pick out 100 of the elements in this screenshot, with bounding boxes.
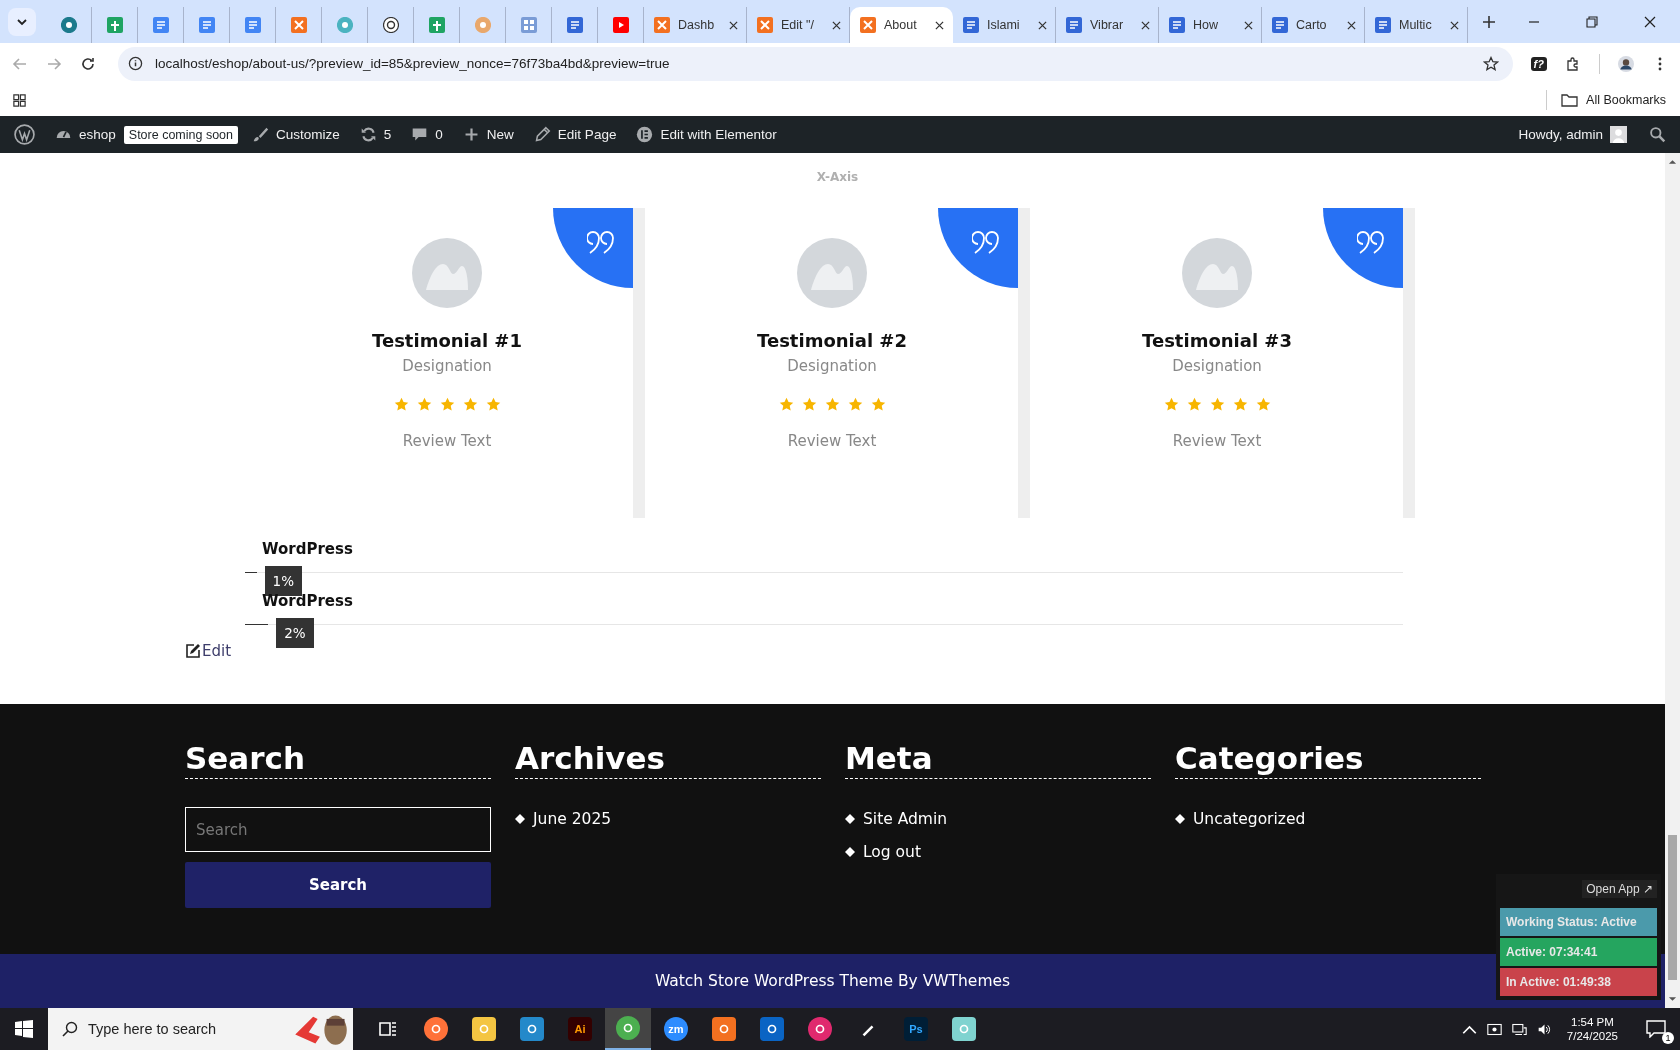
close-icon[interactable]: [1347, 20, 1356, 30]
axis-label: X-Axis: [815, 170, 860, 184]
star-icon: [439, 397, 455, 412]
star-icon: [1209, 397, 1225, 412]
star-icon[interactable]: [1482, 55, 1499, 72]
search-field[interactable]: Search: [185, 807, 491, 852]
browser-tab[interactable]: About: [850, 7, 953, 43]
star-icon: [778, 397, 794, 412]
close-icon[interactable]: [832, 20, 841, 30]
form-icon: [566, 17, 583, 33]
search-icon: [62, 1021, 78, 1037]
admin-bar-item[interactable]: 5: [353, 126, 398, 143]
close-icon[interactable]: [1141, 20, 1150, 30]
close-icon[interactable]: [729, 20, 738, 30]
all-bookmarks-button[interactable]: All Bookmarks: [1561, 93, 1666, 107]
search-icon[interactable]: [1649, 126, 1666, 143]
status-bar: Active: 07:34:41: [1500, 938, 1657, 966]
windows-start-icon[interactable]: [15, 1020, 33, 1038]
tab-title: Edit "/: [781, 18, 815, 32]
close-icon[interactable]: [1644, 15, 1656, 28]
comment-icon: [411, 126, 429, 143]
restore-icon[interactable]: [1586, 15, 1598, 28]
scroll-down-icon[interactable]: [1668, 996, 1677, 1002]
clock-time: 1:54 PM: [1571, 1016, 1614, 1028]
new-tab-icon[interactable]: [1482, 14, 1496, 29]
document-icon: [198, 17, 215, 33]
extension-button[interactable]: f?: [1530, 56, 1547, 71]
review-text: Review Text: [1172, 432, 1262, 450]
admin-bar-item[interactable]: Edit Page: [527, 126, 623, 143]
close-icon[interactable]: [1244, 20, 1253, 30]
image-placeholder-icon: [412, 238, 482, 308]
widget-link[interactable]: Site Admin: [863, 810, 948, 828]
edit-link[interactable]: Edit: [185, 642, 232, 660]
brush-icon: [252, 126, 270, 143]
account-menu[interactable]: Howdy, admin: [1512, 126, 1633, 143]
close-icon[interactable]: [935, 20, 944, 30]
widget-title: Archives: [515, 740, 821, 779]
tab-title: Dashb: [678, 18, 716, 32]
star-icon: [393, 397, 409, 412]
photoshop-icon: Ps: [904, 1017, 928, 1041]
image-placeholder-icon: [1182, 238, 1252, 308]
spreadsheet-icon: [428, 17, 445, 33]
form-icon: [1169, 17, 1185, 33]
search-button[interactable]: Search: [185, 862, 491, 908]
pencil-icon: [533, 126, 551, 143]
admin-bar-item[interactable]: 0: [405, 126, 449, 143]
widget-link[interactable]: Log out: [863, 843, 921, 861]
profile-avatar-icon[interactable]: [1618, 55, 1634, 72]
apps-grid-icon[interactable]: [12, 92, 27, 108]
document-icon: [152, 17, 169, 33]
widget-title: Categories: [1175, 740, 1481, 779]
clock-date: 7/24/2025: [1566, 1030, 1618, 1042]
taskbar-search-field[interactable]: Type here to search: [48, 1008, 353, 1050]
star-icon: [801, 397, 817, 412]
avatar-icon: [1610, 126, 1627, 143]
designation: Designation: [787, 357, 877, 375]
network-icon[interactable]: [1511, 1021, 1527, 1037]
form-icon: [1272, 17, 1288, 33]
taskbar-app[interactable]: [605, 1008, 651, 1050]
address-bar[interactable]: localhost/eshop/about-us/?preview_id=85&preview_nonce=76f73ba4bd&preview=true: [118, 46, 1513, 81]
scroll-up-icon[interactable]: [1668, 159, 1677, 165]
admin-bar-item[interactable]: eshop: [49, 126, 122, 143]
reload-icon[interactable]: [80, 55, 96, 72]
scroll-thumb[interactable]: [1668, 835, 1677, 980]
taskbar-app[interactable]: Ps: [893, 1008, 939, 1050]
quote-icon: [1357, 228, 1387, 254]
form-icon: [1066, 17, 1082, 33]
tab-search-button[interactable]: [8, 7, 36, 36]
device-icon[interactable]: [1486, 1021, 1502, 1037]
star-icon: [1186, 397, 1202, 412]
admin-bar-item[interactable]: Edit with Elementor: [630, 126, 783, 143]
star-icon: [824, 397, 840, 412]
play-icon: [612, 17, 629, 33]
zoom-icon: zm: [664, 1017, 688, 1041]
star-icon: [1255, 397, 1271, 412]
info-icon[interactable]: [128, 56, 143, 71]
status-badge[interactable]: Store coming soon: [123, 125, 239, 144]
taskbar-app[interactable]: Ai: [557, 1008, 603, 1050]
status-bar: In Active: 01:49:38: [1500, 968, 1657, 996]
review-text: Review Text: [787, 432, 877, 450]
close-icon[interactable]: [1450, 20, 1459, 30]
star-icon: [1163, 397, 1179, 412]
percent-tooltip: 2%: [276, 618, 314, 648]
scrollbar[interactable]: [1665, 153, 1680, 1008]
url-text: localhost/eshop/about-us/?preview_id=85&preview_nonce=76f73ba4bd&preview=true: [155, 56, 670, 71]
open-app-link[interactable]: Open App ↗: [1582, 880, 1657, 898]
notification-button[interactable]: 1: [1632, 1008, 1680, 1050]
widget-link[interactable]: June 2025: [533, 810, 612, 828]
admin-bar-item[interactable]: Customize: [246, 126, 346, 143]
clock[interactable]: 1:54 PM 7/24/2025: [1566, 1008, 1618, 1050]
close-icon[interactable]: [1038, 20, 1047, 30]
form-icon: [1375, 17, 1391, 33]
wordpress-logo-icon[interactable]: [14, 124, 35, 145]
admin-bar-item[interactable]: New: [456, 126, 520, 143]
spreadsheet-icon: [106, 17, 123, 33]
quote-icon: [587, 228, 617, 254]
tab-title: Vibrar: [1090, 18, 1125, 32]
percent-tooltip: 1%: [264, 566, 302, 596]
widget-link[interactable]: Uncategorized: [1193, 810, 1306, 828]
puzzle-icon[interactable]: [1565, 55, 1581, 72]
